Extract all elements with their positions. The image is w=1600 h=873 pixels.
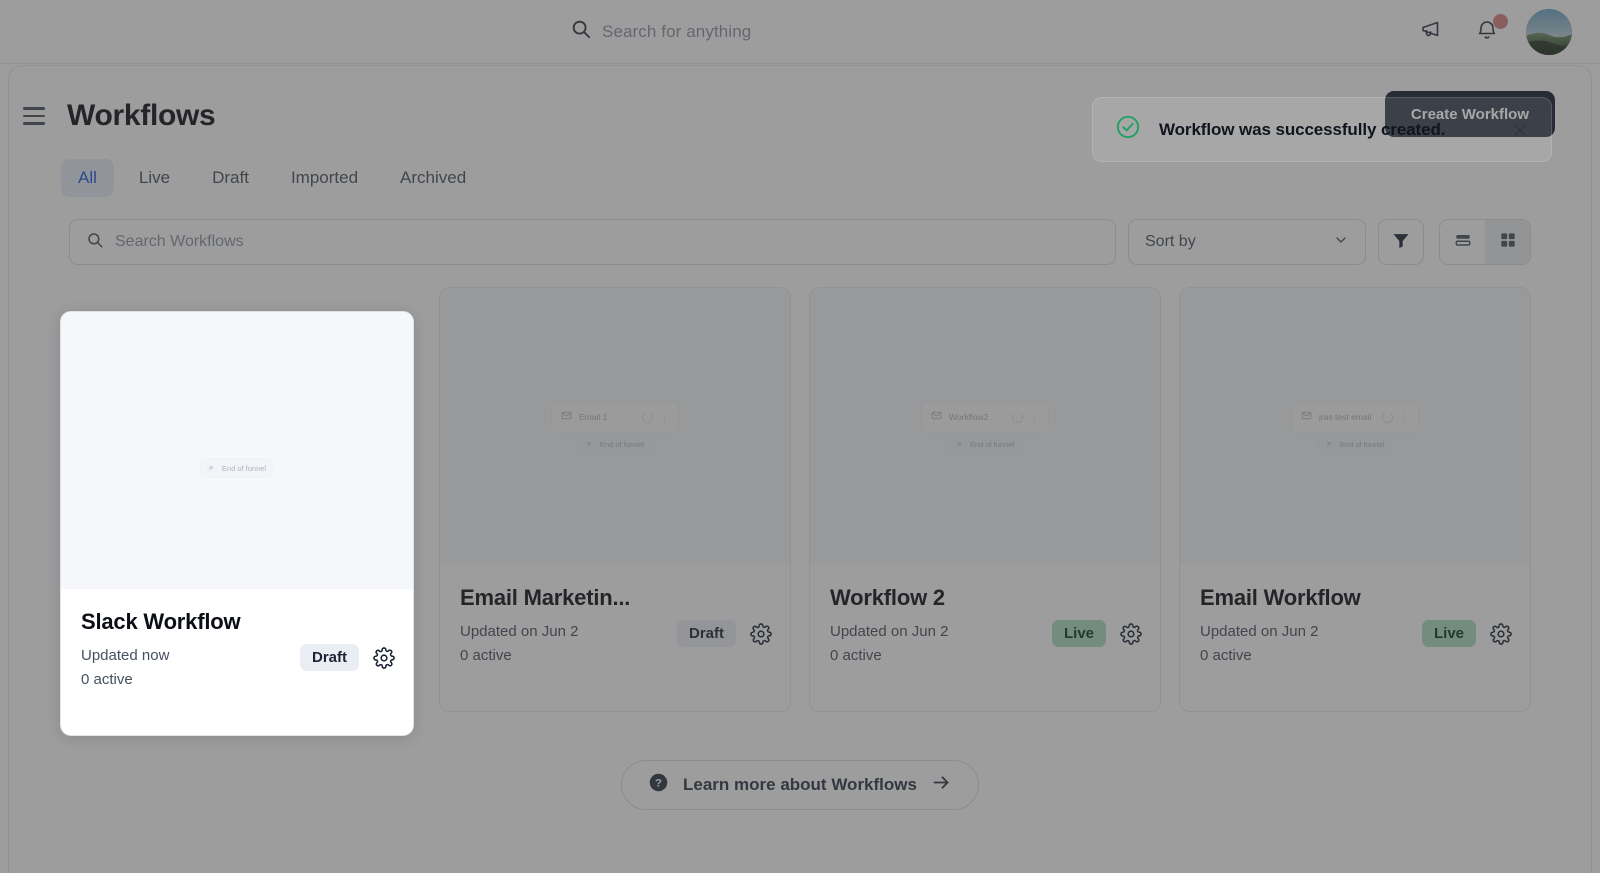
app-root: Search for anything — [0, 0, 1600, 873]
status-badge: Draft — [299, 644, 359, 671]
workflow-title: Slack Workflow — [81, 609, 241, 634]
toast-message: Workflow was successfully created. — [1159, 119, 1446, 139]
success-toast: Workflow was successfully created. — [1092, 97, 1552, 162]
end-of-funnel-node: End of funnel — [199, 458, 275, 478]
workflow-preview: End of funnel — [61, 312, 413, 589]
workflow-card-footer: Draft — [299, 644, 395, 671]
check-circle-icon — [1115, 114, 1141, 145]
close-icon[interactable] — [1509, 119, 1531, 141]
workflow-active-count: 0 active — [81, 671, 133, 688]
gear-icon[interactable] — [373, 646, 395, 669]
workflow-card-body: Slack Workflow Updated now 0 active Draf… — [61, 589, 413, 735]
workflow-card-highlighted[interactable]: End of funnel Slack Workflow Updated now… — [60, 311, 414, 736]
end-of-funnel-label: End of funnel — [221, 463, 267, 473]
flag-icon — [208, 459, 215, 477]
